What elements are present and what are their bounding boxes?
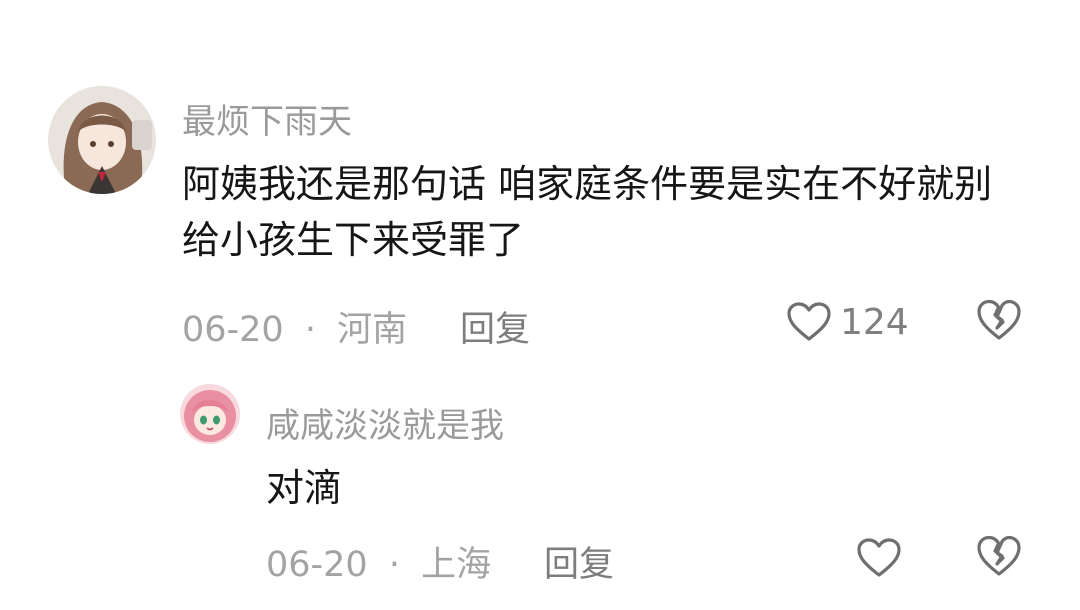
dislike-button[interactable] [976,298,1022,346]
like-button[interactable]: 124 [786,298,909,346]
reply-comment-item: 咸咸淡淡就是我 对滴 06-20 · 上海 回复 [0,360,1080,610]
like-count: 124 [840,301,909,343]
comment-username[interactable]: 咸咸淡淡就是我 [266,398,504,447]
comment-text: 对滴 [266,466,343,510]
dislike-button[interactable] [976,534,1022,582]
comment-text: 阿姨我还是那句话 咱家庭条件要是实在不好就别给小孩生下来受罪了 [182,162,993,262]
comment-location: 上海 [421,545,492,585]
heart-outline-icon [787,302,831,341]
anime-girl-pink-hair-avatar-icon [180,384,240,444]
comment-location: 河南 [337,310,408,350]
anime-girl-avatar-icon [48,86,156,194]
heart-outline-icon [857,538,901,577]
reply-button[interactable]: 回复 [460,301,530,352]
comment-username[interactable]: 最烦下雨天 [182,94,352,143]
broken-heart-icon [977,299,1021,340]
comment-date: 06-20 [182,310,284,350]
broken-heart-icon [977,535,1021,576]
comment-meta: 06-20 · 河南 [182,301,407,352]
meta-separator: · [388,545,400,585]
user-avatar[interactable] [48,86,156,194]
comment-meta: 06-20 · 上海 [266,536,491,587]
meta-separator: · [304,310,316,350]
user-avatar[interactable] [180,384,240,444]
like-button[interactable] [856,534,910,582]
reply-button[interactable]: 回复 [544,536,614,587]
comment-date: 06-20 [266,545,368,585]
comment-item: 最烦下雨天 阿姨我还是那句话 咱家庭条件要是实在不好就别给小孩生下来受罪了 06… [0,0,1080,360]
